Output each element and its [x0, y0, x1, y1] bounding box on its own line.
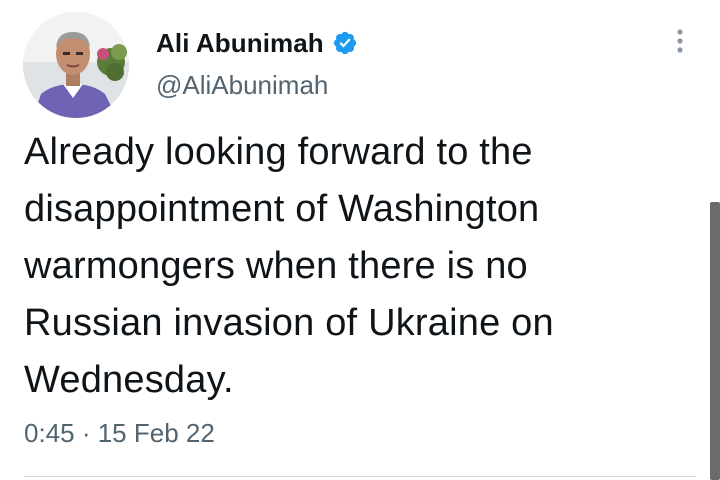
tweet-timestamp[interactable]: 0:45 · 15 Feb 22	[24, 418, 215, 449]
tweet-text-line: Already looking forward to the	[24, 131, 533, 173]
tweet-text: Already looking forward to the disappoin…	[24, 124, 684, 409]
tweet-text-line: Russian invasion of Ukraine on	[24, 302, 554, 344]
author-row: Ali Abunimah	[156, 26, 358, 60]
divider	[24, 476, 696, 477]
tweet-text-line: disappointment of Washington	[24, 188, 540, 230]
avatar[interactable]	[23, 12, 129, 118]
verified-badge-icon	[332, 30, 358, 56]
more-options-icon[interactable]	[668, 24, 692, 64]
tweet-card: Ali Abunimah @AliAbunimah Already lookin…	[0, 0, 720, 480]
author-handle[interactable]: @AliAbunimah	[156, 70, 328, 101]
avatar-photo	[23, 12, 129, 118]
tweet-text-line: warmongers when there is no	[24, 245, 528, 287]
tweet-text-line: Wednesday.	[24, 359, 234, 401]
author-display-name[interactable]: Ali Abunimah	[156, 28, 324, 59]
scrollbar-thumb[interactable]	[710, 202, 720, 480]
